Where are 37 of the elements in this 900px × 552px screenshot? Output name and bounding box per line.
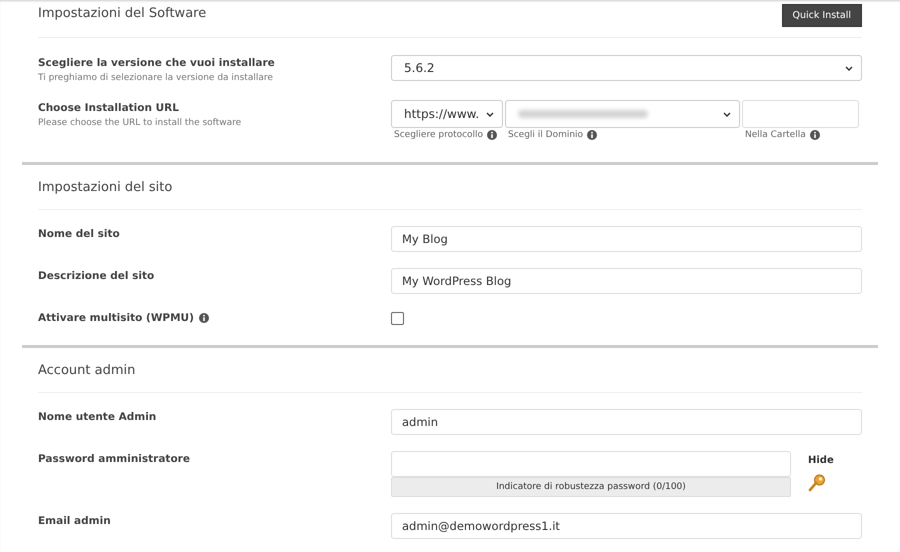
caret-icon <box>486 112 494 116</box>
field-label: Password amministratore <box>38 453 190 465</box>
password-field[interactable] <box>391 451 791 477</box>
caret-icon <box>845 66 853 70</box>
section-title: Impostazioni del sito <box>38 180 172 194</box>
field-label: Descrizione del sito <box>38 270 154 282</box>
section-title: Account admin <box>38 362 136 378</box>
field-label: Nome del sito <box>38 228 120 240</box>
field-label: Scegliere la versione che vuoi installare <box>38 57 275 69</box>
hint-text: Please choose the URL to install the software <box>38 118 242 128</box>
text-field[interactable]: admin <box>391 409 862 435</box>
info-icon <box>487 130 498 140</box>
caret-icon <box>723 112 731 116</box>
caption: Scegli il Dominio <box>508 130 584 140</box>
field-label: Attivare multisito (WPMU) <box>38 312 194 324</box>
version-select[interactable]: 5.6.2 <box>391 55 862 81</box>
protocol-select[interactable]: https://www. <box>391 100 503 128</box>
domain-select[interactable] <box>505 100 740 128</box>
info-icon <box>587 130 598 140</box>
field-label: Email admin <box>38 515 111 527</box>
checkbox[interactable] <box>391 312 404 325</box>
section-title: Impostazioni del Software <box>38 6 206 21</box>
hide-link[interactable]: Hide <box>808 455 834 466</box>
folder-field[interactable] <box>742 100 859 128</box>
quick-install-button[interactable]: Quick Install <box>782 4 862 27</box>
info-icon <box>198 313 209 323</box>
text-field[interactable]: My WordPress Blog <box>391 268 862 294</box>
info-icon <box>810 130 820 140</box>
field-label: Choose Installation URL <box>38 102 179 114</box>
field-label: Nome utente Admin <box>38 411 156 423</box>
key-icon <box>808 474 826 492</box>
meter-label: Indicatore di robustezza password (0/100) <box>496 482 686 492</box>
caption: Nella Cartella <box>745 130 806 140</box>
hint-text: Ti preghiamo di selezionare la versione da installare <box>38 73 274 83</box>
text-field[interactable]: My Blog <box>391 226 862 252</box>
caption: Scegliere protocollo <box>394 130 484 140</box>
text-field[interactable]: admin@demowordpress1.it <box>391 513 862 539</box>
